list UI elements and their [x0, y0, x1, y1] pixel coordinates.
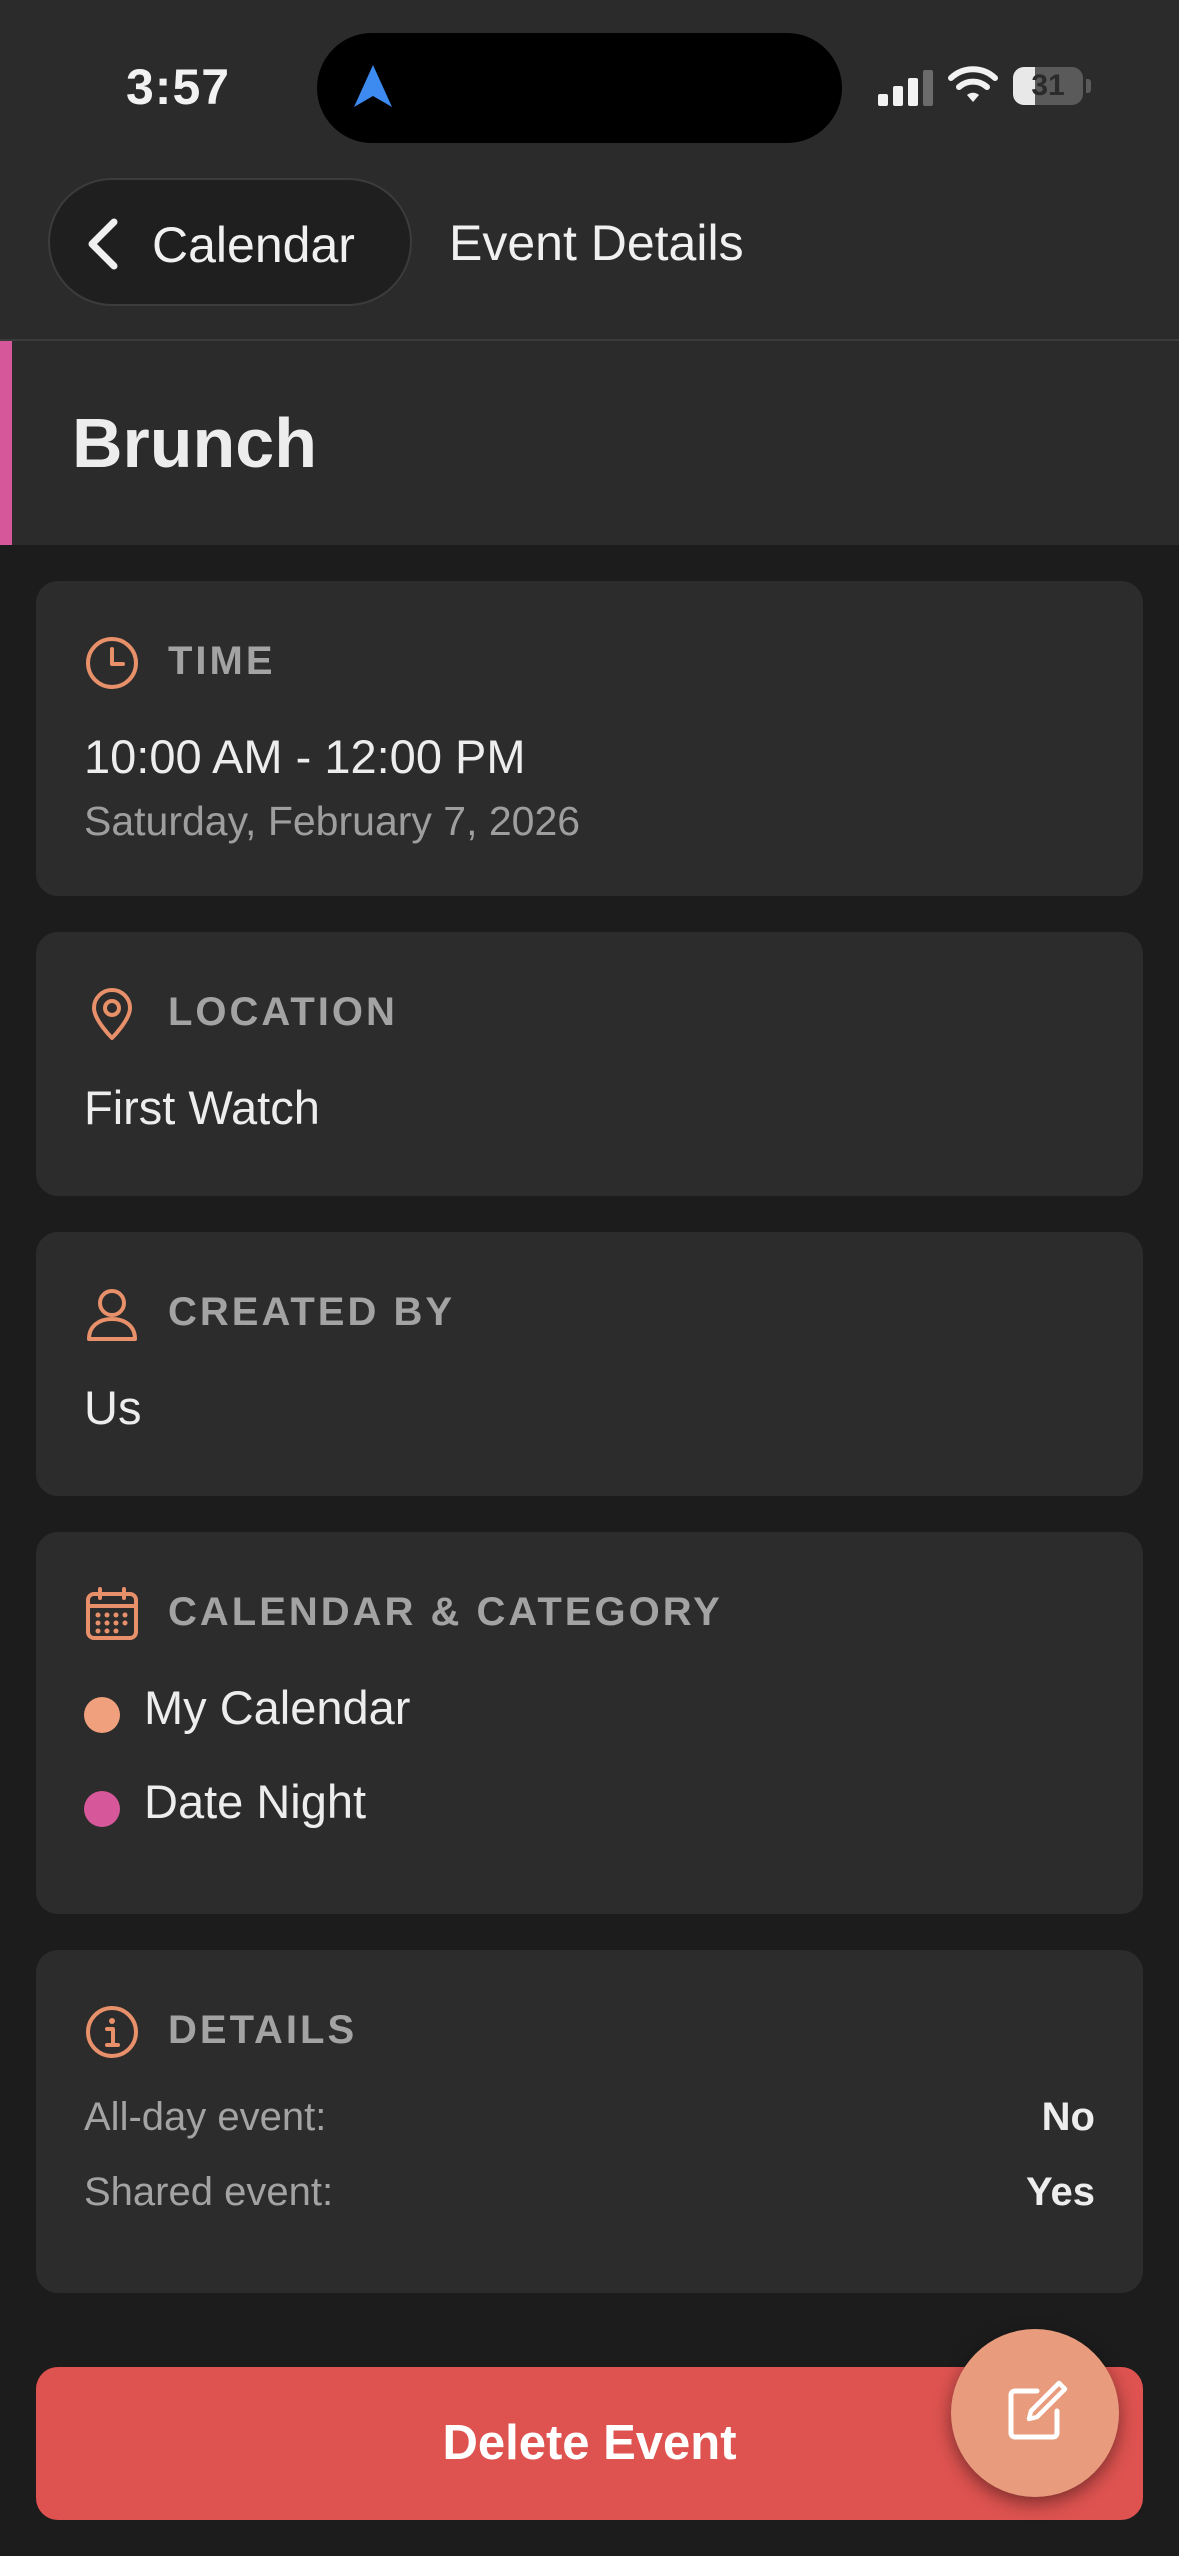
nav-header: Calendar Event Details [0, 176, 1179, 341]
calendar-name: My Calendar [144, 1681, 411, 1734]
event-title: Brunch [72, 404, 317, 482]
all-day-value: No [1041, 2095, 1095, 2139]
details-card: DETAILS All-day event: No Shared event: … [36, 1950, 1143, 2293]
shared-label: Shared event: [84, 2170, 334, 2214]
back-button[interactable]: Calendar [48, 178, 412, 306]
event-color-strip [0, 341, 12, 545]
status-time: 3:57 [126, 59, 231, 115]
battery-icon: 31 [1013, 67, 1091, 105]
shared-value: Yes [1026, 2170, 1095, 2214]
event-title-band: Brunch [0, 341, 1179, 545]
all-day-label: All-day event: [84, 2095, 327, 2139]
category-color-dot [84, 1791, 120, 1827]
back-label: Calendar [152, 217, 355, 273]
location-value: First Watch [84, 1081, 320, 1134]
calendar-category-label: CALENDAR & CATEGORY [168, 1590, 723, 1634]
battery-level: 31 [1031, 69, 1065, 102]
person-icon [87, 1289, 137, 1341]
details-label: DETAILS [168, 2008, 358, 2052]
dynamic-island [317, 33, 842, 143]
created-by-card: CREATED BY Us [36, 1232, 1143, 1496]
time-card: TIME 10:00 AM - 12:00 PM Saturday, Febru… [36, 581, 1143, 896]
created-by-value: Us [84, 1381, 142, 1434]
map-pin-icon [92, 988, 132, 1040]
location-arrow-icon [354, 65, 392, 107]
time-range: 10:00 AM - 12:00 PM [84, 730, 526, 783]
calendar-category-card: CALENDAR & CATEGORY My Calendar Date Nig… [36, 1532, 1143, 1914]
created-by-label: CREATED BY [168, 1290, 456, 1334]
wifi-icon [948, 66, 998, 102]
edit-event-button[interactable] [951, 2329, 1119, 2497]
location-label: LOCATION [168, 990, 398, 1034]
calendar-color-dot [84, 1697, 120, 1733]
edit-icon [1008, 2380, 1068, 2440]
status-bar: 3:57 31 [0, 0, 1179, 176]
category-name: Date Night [144, 1775, 367, 1828]
event-date: Saturday, February 7, 2026 [84, 798, 581, 844]
location-card: LOCATION First Watch [36, 932, 1143, 1196]
info-icon [86, 2006, 138, 2058]
chevron-left-icon [88, 218, 118, 270]
calendar-icon [86, 1587, 138, 1640]
clock-icon [86, 637, 138, 689]
cellular-signal-icon [878, 70, 933, 106]
page-title: Event Details [449, 215, 744, 271]
time-label: TIME [168, 639, 276, 683]
